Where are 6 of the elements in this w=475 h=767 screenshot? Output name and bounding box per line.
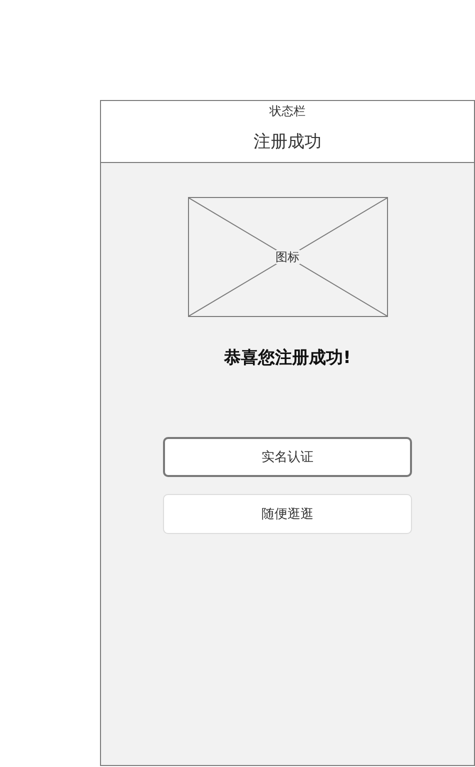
placeholder-label: 图标 <box>276 250 300 264</box>
action-button[interactable]: 实名认证 <box>163 437 412 477</box>
page-title: 注册成功 <box>254 131 322 153</box>
action-button[interactable]: 随便逛逛 <box>163 494 412 534</box>
status-bar-label: 状态栏 <box>270 103 306 119</box>
success-message: 恭喜您注册成功! <box>224 347 351 369</box>
